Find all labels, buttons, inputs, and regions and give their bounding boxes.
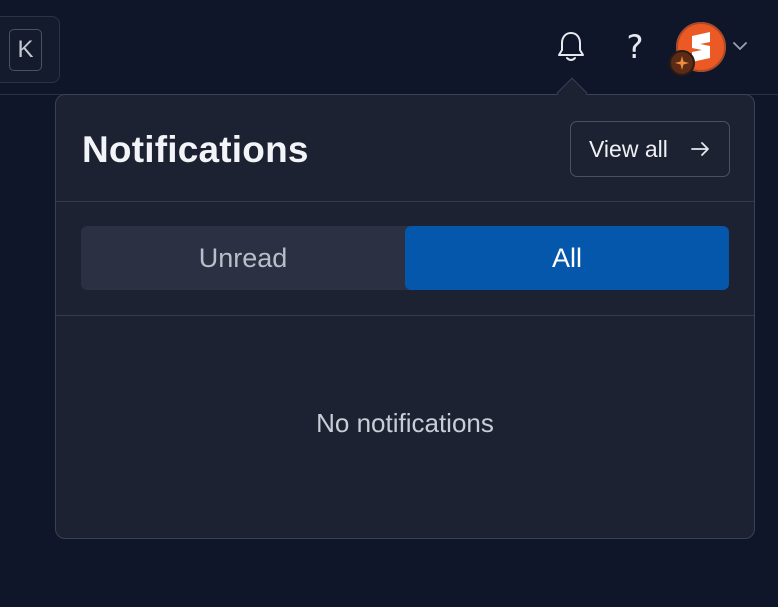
sparkle-badge-icon <box>669 50 695 76</box>
empty-state-message: No notifications <box>316 408 494 438</box>
notification-filter-tabs: Unread All <box>81 226 729 290</box>
help-icon: ? <box>626 28 644 66</box>
arrow-right-icon <box>691 142 709 156</box>
top-bar: K ? <box>0 0 778 95</box>
notifications-bell-button[interactable] <box>553 28 589 66</box>
popover-header: Notifications View all <box>56 95 754 202</box>
tab-unread[interactable]: Unread <box>81 226 405 290</box>
help-button[interactable]: ? <box>618 28 652 66</box>
view-all-button[interactable]: View all <box>570 121 730 177</box>
page-title: Notifications <box>82 129 309 170</box>
bell-icon <box>558 32 584 61</box>
shortcut-key: K <box>9 29 42 71</box>
account-menu-button[interactable] <box>730 36 750 56</box>
keyboard-shortcut-button[interactable]: K <box>0 16 60 83</box>
chevron-down-icon <box>733 42 747 50</box>
notifications-popover: Notifications View all Unread All No not… <box>55 94 755 539</box>
view-all-label: View all <box>589 135 668 162</box>
tab-all[interactable]: All <box>405 226 729 290</box>
tabs-area: Unread All <box>56 202 754 316</box>
